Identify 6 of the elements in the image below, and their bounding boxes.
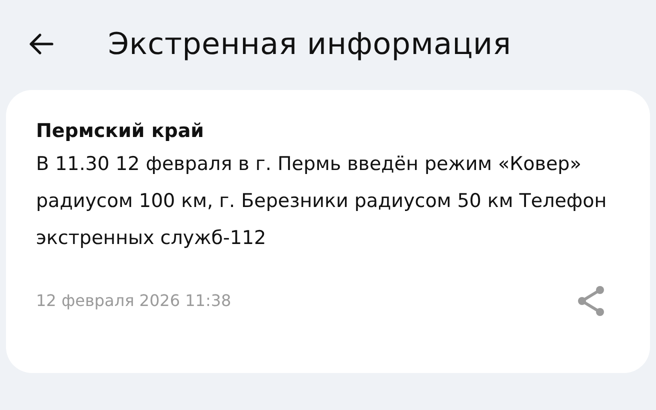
- screen-title: Экстренная информация: [108, 26, 512, 64]
- message-date: 12 февраля 2026 11:38: [36, 290, 232, 312]
- share-icon[interactable]: [576, 285, 606, 317]
- back-arrow-icon: [28, 33, 54, 55]
- message-text: В 11.30 12 февраля в г. Пермь введён режим «Ковер» радиусом 100 км, г. Березники радиусом 50 км Телефон экстренных служб-112: [36, 152, 608, 251]
- region-title: Пермский край: [36, 119, 205, 144]
